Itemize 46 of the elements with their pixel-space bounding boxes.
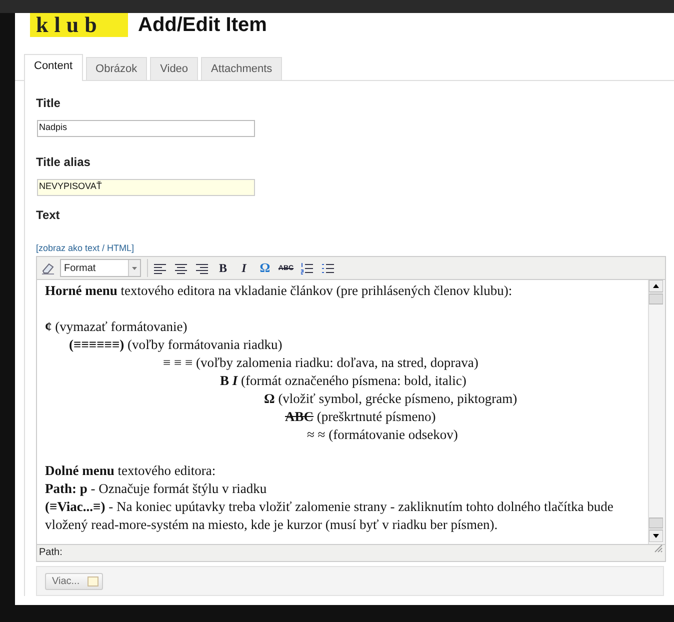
symbol-description: (vymazať formátovanie): [54, 319, 188, 334]
toolbar-symbol: ≡ ≡ ≡: [163, 355, 193, 370]
eraser-icon[interactable]: [40, 261, 56, 275]
page-icon: [86, 576, 99, 586]
paragraph: (≡Viac...≡) - Na koniec upútavky treba vložiť zalomenie strany - zakliknutím tohto dolného tlačítka bude vložený read-more-systém na miesto, kde je kurzor (musí byť v riadku ber písmen).: [45, 498, 614, 534]
field-label: Title alias: [36, 155, 90, 169]
numbered-list-icon[interactable]: [301, 262, 313, 274]
field-label: Title: [36, 96, 60, 110]
bold-button[interactable]: B: [214, 259, 232, 277]
align-left-icon[interactable]: [154, 262, 166, 274]
dialog-title: Add/Edit Item: [138, 13, 267, 37]
toolbar-symbol: (≡≡≡≡≡≡): [69, 337, 124, 352]
resize-grip-icon[interactable]: [654, 544, 663, 553]
align-center-icon[interactable]: [175, 262, 187, 274]
symbol-button[interactable]: Ω: [256, 259, 274, 277]
dropdown-arrow-icon[interactable]: [132, 266, 137, 270]
tab[interactable]: Attachments: [201, 57, 282, 80]
field-label: Text: [36, 208, 61, 222]
italic-button[interactable]: I: [235, 259, 253, 277]
more-button[interactable]: Viac...: [45, 572, 103, 590]
symbol-description: (voľby zalomenia riadku: doľava, na stred, doprava): [194, 355, 478, 370]
tab[interactable]: Video: [150, 57, 198, 80]
align-right-icon[interactable]: [196, 262, 208, 274]
symbol-description: (vložiť symbol, grécke písmeno, piktogram): [277, 391, 518, 406]
paragraph: Horné menu textového editora na vkladanie článkov (pre prihlásených členov klubu):: [45, 282, 514, 300]
symbol-description: (formát označeného písmena: bold, italic): [240, 373, 466, 388]
format-dropdown[interactable]: Format: [60, 259, 141, 277]
tab[interactable]: Content: [24, 54, 83, 81]
html-toggle-link[interactable]: [zobraz ako text / HTML]: [36, 243, 134, 253]
vertical-scrollbar[interactable]: [648, 280, 665, 544]
toolbar-symbol: ≈ ≈: [307, 427, 326, 442]
tab[interactable]: Obrázok: [86, 57, 148, 80]
toolbar-symbol: B I: [220, 373, 238, 388]
symbol-description: (voľby formátovania riadku): [126, 337, 282, 352]
text-field[interactable]: Nadpis: [37, 120, 255, 137]
path-label: Path:: [39, 547, 62, 558]
site-logo: klub: [30, 13, 128, 37]
paragraph: Path: p - Označuje formát štýlu v riadku: [45, 480, 268, 498]
paragraph: Dolné menu textového editora:: [45, 462, 217, 480]
toolbar-symbol: ABC: [285, 409, 314, 424]
text-field[interactable]: NEVYPISOVAŤ: [37, 179, 255, 196]
symbol-description: (preškrtnuté písmeno): [316, 409, 436, 424]
symbol-description: (formátovanie odsekov): [328, 427, 458, 442]
toolbar-symbol: ¢: [45, 319, 52, 334]
bullet-list-icon[interactable]: [322, 262, 334, 274]
toolbar-symbol: Ω: [264, 391, 275, 406]
